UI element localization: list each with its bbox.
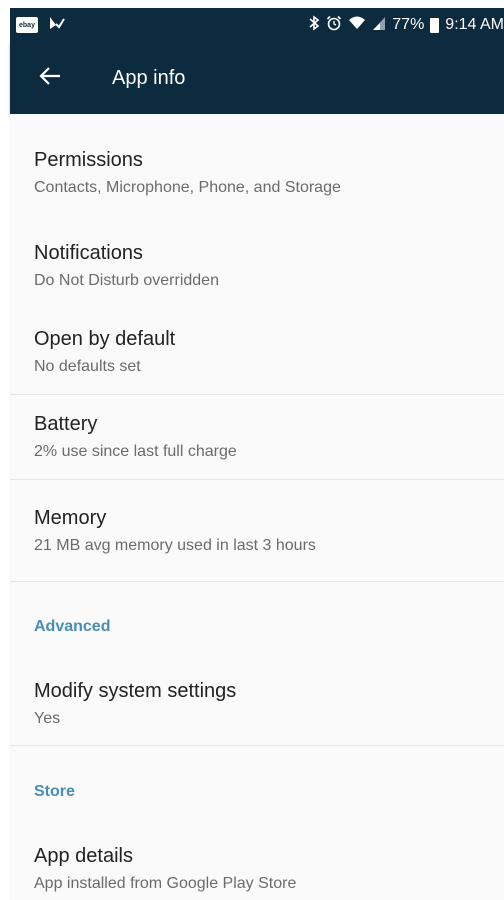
check-icon — [48, 15, 66, 36]
notifications-subtitle: Do Not Disturb overridden — [34, 272, 219, 289]
settings-list: Permissions Contacts, Microphone, Phone,… — [10, 114, 504, 900]
app-details-item[interactable]: App details App installed from Google Pl… — [10, 844, 504, 894]
open-by-default-item[interactable]: Open by default No defaults set — [10, 327, 504, 377]
wifi-icon — [348, 15, 366, 36]
notifications-item[interactable]: Notifications Do Not Disturb overridden — [10, 241, 504, 291]
divider — [10, 745, 504, 746]
signal-icon — [372, 15, 386, 36]
back-button[interactable] — [22, 42, 78, 114]
divider — [10, 479, 504, 480]
ebay-icon: ebay — [16, 17, 38, 33]
open-by-default-subtitle: No defaults set — [34, 358, 141, 375]
modify-system-settings-item[interactable]: Modify system settings Yes — [10, 679, 504, 729]
status-time: 9:14 AM — [445, 16, 504, 33]
open-by-default-title: Open by default — [34, 328, 176, 350]
section-header-store: Store — [34, 783, 75, 800]
alarm-icon — [326, 15, 342, 36]
memory-title: Memory — [34, 507, 107, 529]
divider — [10, 581, 504, 582]
permissions-title: Permissions — [34, 149, 143, 171]
bluetooth-icon — [308, 14, 320, 36]
notifications-title: Notifications — [34, 242, 143, 264]
status-bar: ebay 77% 9:14 AM — [10, 8, 504, 42]
memory-subtitle: 21 MB avg memory used in last 3 hours — [34, 537, 316, 554]
app-bar: App info — [10, 42, 504, 114]
app-details-subtitle: App installed from Google Play Store — [34, 875, 297, 892]
divider — [10, 394, 504, 395]
status-system-icons: 77% 9:14 AM — [308, 14, 504, 36]
modify-system-settings-title: Modify system settings — [34, 680, 237, 702]
permissions-subtitle: Contacts, Microphone, Phone, and Storage — [34, 179, 341, 196]
battery-icon — [430, 17, 440, 33]
battery-title: Battery — [34, 413, 98, 435]
battery-item[interactable]: Battery 2% use since last full charge — [10, 412, 504, 462]
permissions-item[interactable]: Permissions Contacts, Microphone, Phone,… — [10, 148, 504, 198]
app-info-screen: ebay 77% 9:14 AM App info Permissions Co… — [0, 0, 504, 900]
battery-subtitle: 2% use since last full charge — [34, 443, 237, 460]
app-details-title: App details — [34, 845, 133, 867]
arrow-back-icon — [39, 66, 61, 91]
section-header-advanced: Advanced — [34, 618, 111, 635]
memory-item[interactable]: Memory 21 MB avg memory used in last 3 h… — [10, 506, 504, 556]
modify-system-settings-subtitle: Yes — [34, 710, 61, 727]
page-title: App info — [112, 66, 186, 89]
status-notifications: ebay — [10, 15, 66, 36]
battery-percent: 77% — [392, 16, 425, 33]
